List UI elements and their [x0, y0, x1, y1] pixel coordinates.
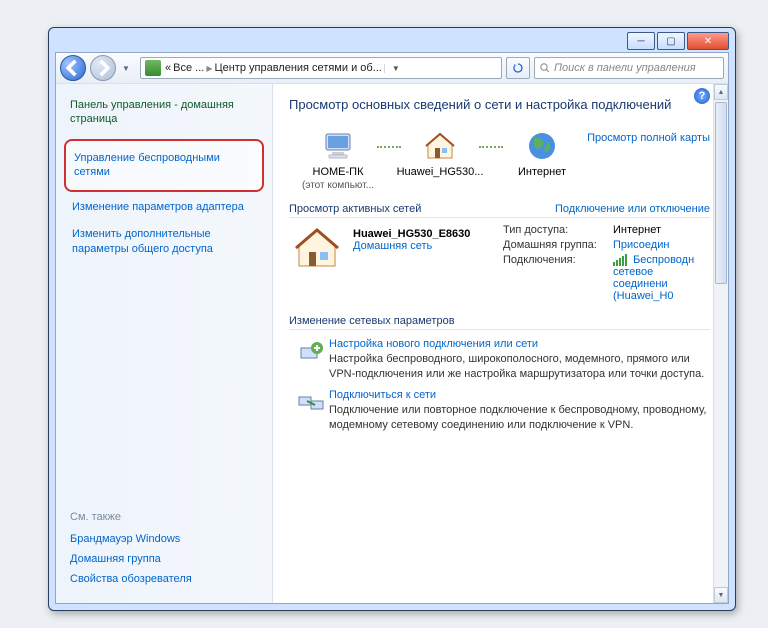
- breadcrumb-prefix: «: [165, 62, 171, 74]
- nav-back-button[interactable]: [60, 55, 86, 81]
- network-icon: [145, 60, 161, 76]
- signal-icon: [613, 254, 627, 266]
- new-connection-icon: [297, 338, 329, 382]
- breadcrumb[interactable]: « Все ... ▶ Центр управления сетями и об…: [140, 57, 502, 79]
- network-house-icon: [293, 224, 353, 275]
- scroll-down-button[interactable]: ▼: [714, 587, 728, 603]
- sidebar-item-wireless-management[interactable]: Управление беспроводными сетями: [64, 139, 264, 193]
- task-connect-link[interactable]: Подключиться к сети: [329, 389, 710, 401]
- network-type-link[interactable]: Домашняя сеть: [353, 240, 432, 252]
- active-networks-title: Просмотр активных сетей: [289, 203, 421, 215]
- main-content: ? Просмотр основных сведений о сети и на…: [273, 84, 728, 603]
- nav-forward-button[interactable]: [90, 55, 116, 81]
- sidebar: Панель управления - домашняя страница Уп…: [56, 84, 273, 603]
- task-connect-desc: Подключение или повторное подключение к …: [329, 403, 710, 433]
- breadcrumb-part[interactable]: Центр управления сетями и об...: [214, 62, 381, 74]
- connections-label: Подключения:: [503, 254, 613, 302]
- computer-icon: [320, 128, 356, 164]
- scroll-up-button[interactable]: ▲: [714, 84, 728, 100]
- network-name: Huawei_HG530_E8630: [353, 228, 470, 240]
- scroll-thumb[interactable]: [715, 102, 727, 284]
- search-placeholder: Поиск в панели управления: [554, 62, 696, 74]
- access-type-value: Интернет: [613, 224, 710, 236]
- scroll-track[interactable]: [714, 100, 728, 587]
- connect-network-icon: [297, 389, 329, 433]
- maximize-button[interactable]: ▢: [657, 32, 685, 50]
- search-input[interactable]: Поиск в панели управления: [534, 57, 724, 79]
- house-icon: [422, 128, 458, 164]
- minimize-button[interactable]: ─: [627, 32, 655, 50]
- task-new-connection-link[interactable]: Настройка нового подключения или сети: [329, 338, 710, 350]
- homegroup-label: Домашняя группа:: [503, 239, 613, 251]
- access-type-label: Тип доступа:: [503, 224, 613, 236]
- map-router-label: Huawei_HG530...: [395, 166, 485, 179]
- map-pc-label: HOME-ПК (этот компьют...: [293, 166, 383, 192]
- network-params-title: Изменение сетевых параметров: [289, 315, 710, 330]
- nav-history-dropdown[interactable]: ▼: [120, 64, 132, 73]
- connect-disconnect-link[interactable]: Подключение или отключение: [555, 203, 710, 215]
- close-button[interactable]: ✕: [687, 32, 729, 50]
- page-heading: Просмотр основных сведений о сети и наст…: [289, 96, 710, 114]
- globe-icon: [524, 128, 560, 164]
- homegroup-link[interactable]: Присоедин: [613, 239, 669, 251]
- scrollbar[interactable]: ▲ ▼: [713, 84, 728, 603]
- window-frame: ─ ▢ ✕ ▼ « Все ... ▶ Центр управл: [48, 27, 736, 611]
- refresh-button[interactable]: [506, 57, 530, 79]
- breadcrumb-dropdown[interactable]: ▼: [384, 64, 403, 73]
- map-internet-label: Интернет: [497, 166, 587, 179]
- see-also-browser-properties[interactable]: Свойства обозревателя: [70, 569, 258, 589]
- control-panel-home-link[interactable]: Панель управления - домашняя страница: [70, 98, 258, 127]
- chevron-right-icon: ▶: [206, 64, 212, 73]
- sidebar-item-advanced-sharing[interactable]: Изменить дополнительные параметры общего…: [70, 221, 258, 263]
- see-also-homegroup[interactable]: Домашняя группа: [70, 549, 258, 569]
- see-also-firewall[interactable]: Брандмауэр Windows: [70, 529, 258, 549]
- sidebar-item-adapter-settings[interactable]: Изменение параметров адаптера: [70, 194, 258, 221]
- see-also-header: См. также: [70, 511, 258, 523]
- task-new-connection-desc: Настройка беспроводного, широкополосного…: [329, 352, 710, 382]
- address-bar: ▼ « Все ... ▶ Центр управления сетями и …: [56, 53, 728, 84]
- breadcrumb-part[interactable]: Все ...: [173, 62, 204, 74]
- full-map-link[interactable]: Просмотр полной карты: [587, 128, 710, 144]
